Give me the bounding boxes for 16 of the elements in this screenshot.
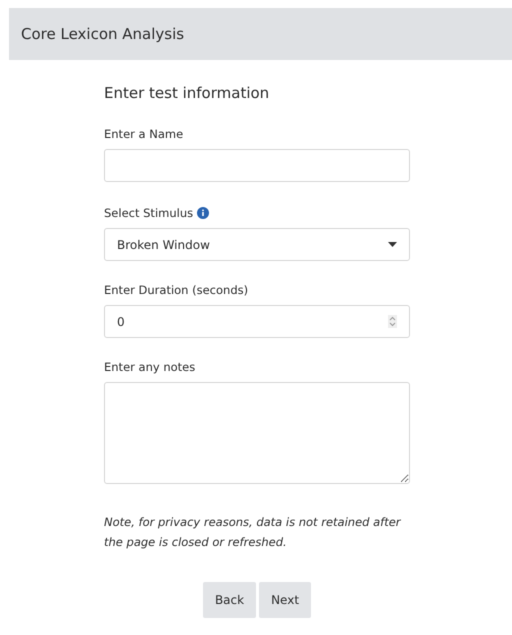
stimulus-select[interactable]: Broken Window [104, 228, 410, 261]
notes-textarea[interactable] [104, 382, 410, 484]
spinner-icon[interactable] [388, 315, 397, 328]
name-input[interactable] [104, 149, 410, 182]
app-title: Core Lexicon Analysis [21, 25, 184, 43]
field-label: Enter any notes [104, 360, 196, 374]
caret-icon [388, 242, 397, 247]
field-label: Enter a Name [104, 127, 184, 141]
nav-button[interactable]: Back [202, 582, 256, 618]
nav-button[interactable]: Next [259, 582, 312, 618]
duration-input[interactable]: 0 [104, 305, 410, 338]
field-label: Enter Duration (seconds) [104, 283, 248, 297]
field-label: Select Stimulus [104, 206, 194, 220]
form-heading: Enter test information [104, 84, 270, 102]
info-icon[interactable] [197, 207, 210, 219]
privacy-note: Note, for privacy reasons, data is not retained after the page is closed or refreshed. [104, 514, 402, 551]
